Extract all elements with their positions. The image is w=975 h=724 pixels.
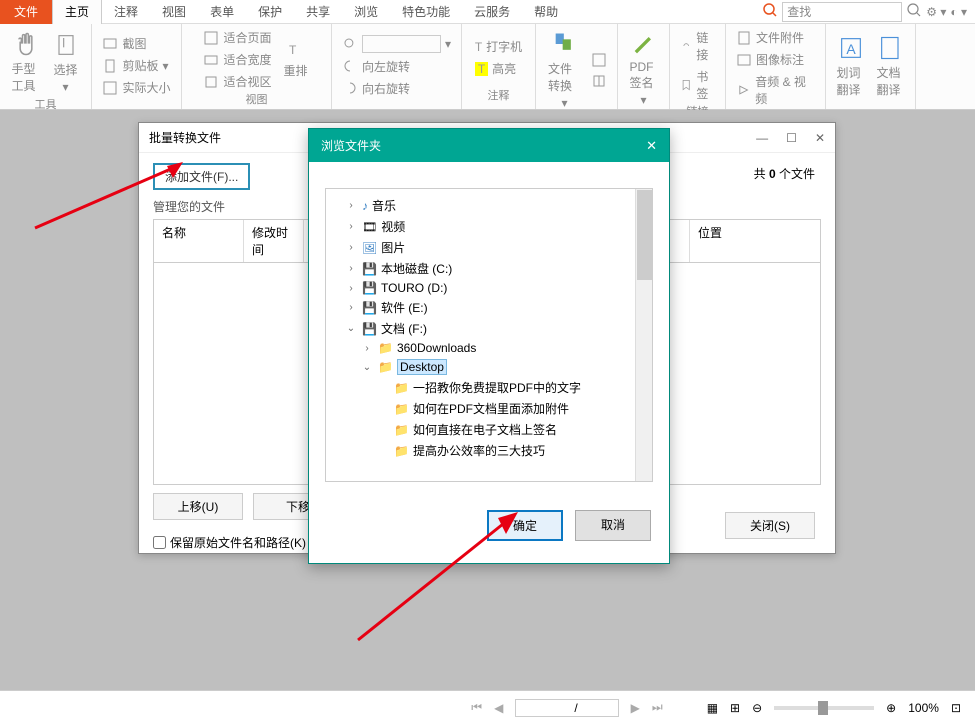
add-file-button[interactable]: 添加文件(F)... xyxy=(153,163,250,190)
doc-translate-btn[interactable]: 文档翻译 xyxy=(873,32,909,100)
fit-visible-btn[interactable]: 适合视区 xyxy=(201,72,273,91)
batch-dialog-title: 批量转换文件 xyxy=(149,129,221,146)
next-page-icon[interactable]: ▶ xyxy=(631,701,640,715)
folder-tree[interactable]: ›♪音乐 ›🎞视频 ›🖼图片 ›💾本地磁盘 (C:) ›💾TOURO (D:) … xyxy=(325,188,653,482)
tab-protect[interactable]: 保护 xyxy=(246,0,294,24)
view-mode-icon[interactable]: ▦ xyxy=(707,701,718,715)
col-time[interactable]: 修改时间 xyxy=(244,220,304,262)
tab-special[interactable]: 特色功能 xyxy=(390,0,462,24)
svg-text:T: T xyxy=(289,43,297,57)
gear-icon[interactable]: ⚙ ▾ xyxy=(926,5,946,19)
last-page-icon[interactable]: ⏭ xyxy=(652,700,663,715)
convert-btn[interactable]: 文件转换▾ xyxy=(544,28,585,112)
status-bar: ⏮ ◀ / ▶ ⏭ ▦ ⊞ ⊖ ⊕ 100% ⊡ xyxy=(0,690,975,724)
select-tool[interactable]: 选择▾ xyxy=(48,29,84,96)
ok-button[interactable]: 确定 xyxy=(487,510,563,541)
zoom-in-icon[interactable]: ⊕ xyxy=(886,701,896,715)
browse-close-icon[interactable]: ✕ xyxy=(646,138,657,154)
ocr-icon[interactable] xyxy=(589,51,609,69)
zoom-combo[interactable]: ▾ xyxy=(340,34,453,54)
svg-text:A: A xyxy=(846,40,856,56)
tab-home[interactable]: 主页 xyxy=(52,0,102,24)
highlight-btn[interactable]: T高亮 xyxy=(473,59,524,78)
image-annot-btn[interactable]: 图像标注 xyxy=(734,50,817,69)
search-input[interactable]: 查找 xyxy=(782,2,902,22)
keep-path-checkbox[interactable] xyxy=(153,536,166,549)
signature-btn[interactable]: PDF签名▾ xyxy=(626,28,662,109)
clipboard-btn[interactable]: 剪贴板 ▾ xyxy=(100,56,172,75)
tab-form[interactable]: 表单 xyxy=(198,0,246,24)
group-view-label: 视图 xyxy=(246,91,268,109)
fit-icon[interactable]: ⊡ xyxy=(951,701,961,715)
link-btn[interactable]: 链接 xyxy=(678,28,717,64)
attach-btn[interactable]: 文件附件 xyxy=(734,28,817,47)
help-top-icon[interactable]: ◐ ▾ xyxy=(950,5,967,19)
search-go-icon[interactable] xyxy=(906,2,922,21)
page-input[interactable]: / xyxy=(515,699,618,717)
tab-view[interactable]: 视图 xyxy=(150,0,198,24)
typewriter-btn[interactable]: T打字机 xyxy=(473,37,524,56)
hand-tool[interactable]: 手型工具 xyxy=(8,28,44,96)
zoom-value[interactable]: 100% xyxy=(908,701,939,715)
bookmark-btn[interactable]: 书签 xyxy=(678,67,717,103)
reflow-btn[interactable]: T重排 xyxy=(280,38,312,81)
maximize-icon[interactable]: ☐ xyxy=(786,131,797,145)
move-up-button[interactable]: 上移(U) xyxy=(153,493,243,520)
search-icon[interactable] xyxy=(762,2,778,21)
minimize-icon[interactable]: — xyxy=(756,131,768,145)
browse-dialog-title: 浏览文件夹 xyxy=(321,137,381,154)
prev-page-icon[interactable]: ◀ xyxy=(494,701,503,715)
tab-help[interactable]: 帮助 xyxy=(522,0,570,24)
zoom-out-icon[interactable]: ⊖ xyxy=(752,701,762,715)
audio-video-btn[interactable]: 音频 & 视频 xyxy=(734,72,817,108)
group-comment-label: 注释 xyxy=(488,87,510,105)
close-button[interactable]: 关闭(S) xyxy=(725,512,815,539)
merge-icon[interactable] xyxy=(589,72,609,90)
rotate-left-btn[interactable]: 向左旋转 xyxy=(340,57,453,76)
col-location[interactable]: 位置 xyxy=(690,220,820,262)
col-name[interactable]: 名称 xyxy=(154,220,244,262)
view-mode2-icon[interactable]: ⊞ xyxy=(730,701,740,715)
tab-comment[interactable]: 注释 xyxy=(102,0,150,24)
first-page-icon[interactable]: ⏮ xyxy=(471,700,482,715)
tab-share[interactable]: 共享 xyxy=(294,0,342,24)
browse-folder-dialog: 浏览文件夹 ✕ ›♪音乐 ›🎞视频 ›🖼图片 ›💾本地磁盘 (C:) ›💾TOU… xyxy=(308,128,670,564)
word-translate-btn[interactable]: A划词翻译 xyxy=(833,32,869,100)
tab-file[interactable]: 文件 xyxy=(0,0,52,24)
fit-width-btn[interactable]: 适合宽度 xyxy=(201,50,273,69)
file-count: 共 0 个文件 xyxy=(754,165,815,182)
tab-cloud[interactable]: 云服务 xyxy=(462,0,522,24)
fit-page-btn[interactable]: 适合页面 xyxy=(201,28,273,47)
screenshot-btn[interactable]: 截图 xyxy=(100,34,172,53)
actual-size-btn[interactable]: 实际大小 xyxy=(100,78,172,97)
close-icon[interactable]: ✕ xyxy=(815,131,825,145)
tree-scrollbar[interactable] xyxy=(635,189,652,481)
rotate-right-btn[interactable]: 向右旋转 xyxy=(340,79,453,98)
keep-path-label: 保留原始文件名和路径(K) xyxy=(170,534,306,551)
tab-browse[interactable]: 浏览 xyxy=(342,0,390,24)
zoom-slider[interactable] xyxy=(774,706,874,710)
cancel-button[interactable]: 取消 xyxy=(575,510,651,541)
selected-folder: Desktop xyxy=(397,359,447,375)
